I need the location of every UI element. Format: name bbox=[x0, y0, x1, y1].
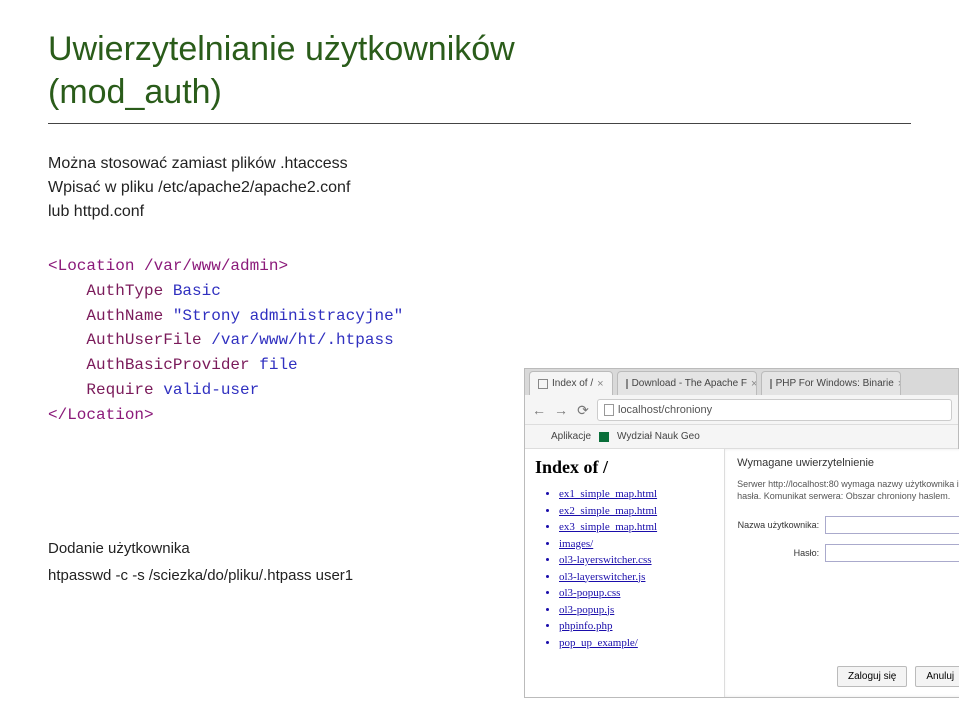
page-icon bbox=[604, 404, 614, 416]
intro-text: Można stosować zamiast plików .htaccess … bbox=[48, 152, 911, 224]
code-authname-kw: AuthName bbox=[86, 307, 172, 325]
close-icon[interactable]: × bbox=[898, 378, 901, 390]
title-line-2: (mod_auth) bbox=[48, 73, 222, 111]
favicon-icon bbox=[538, 379, 548, 389]
bookmark-wng[interactable]: Wydział Nauk Geo bbox=[617, 431, 700, 442]
directory-listing: Index of / ex1_simple_map.html ex2_simpl… bbox=[525, 449, 724, 697]
favicon-icon bbox=[770, 379, 772, 389]
title-line-1: Uwierzytelnianie użytkowników bbox=[48, 30, 515, 68]
listing-link[interactable]: ol3-layerswitcher.css bbox=[559, 552, 714, 569]
bookmark-icon bbox=[599, 432, 609, 442]
listing-link[interactable]: ex3_simple_map.html bbox=[559, 519, 714, 536]
code-open-tag: <Location /var/www/admin> bbox=[48, 257, 288, 275]
browser-toolbar: ← → ⟳ localhost/chroniony bbox=[525, 395, 958, 425]
back-icon[interactable]: ← bbox=[531, 402, 547, 418]
browser-tab[interactable]: PHP For Windows: Binarie × bbox=[761, 371, 901, 395]
intro-line-3: lub httpd.conf bbox=[48, 200, 911, 224]
code-authuserfile-kw: AuthUserFile bbox=[86, 331, 211, 349]
tab-label: Index of / bbox=[552, 378, 593, 389]
code-authprovider-kw: AuthBasicProvider bbox=[86, 356, 259, 374]
code-require-val: valid-user bbox=[163, 381, 259, 399]
intro-line-2: Wpisać w pliku /etc/apache2/apache2.conf bbox=[48, 176, 911, 200]
listing-link[interactable]: ex1_simple_map.html bbox=[559, 486, 714, 503]
address-bar[interactable]: localhost/chroniony bbox=[597, 399, 952, 421]
slide-title: Uwierzytelnianie użytkowników (mod_auth) bbox=[48, 28, 911, 113]
page-area: Index of / ex1_simple_map.html ex2_simpl… bbox=[525, 449, 958, 697]
username-row: Nazwa użytkownika: bbox=[737, 516, 959, 534]
close-icon[interactable]: × bbox=[597, 378, 603, 390]
code-close-tag: </Location> bbox=[48, 406, 154, 424]
code-authtype-val: Basic bbox=[173, 282, 221, 300]
listing-link[interactable]: pop_up_example/ bbox=[559, 635, 714, 652]
code-authuserfile-val: /var/www/ht/.htpass bbox=[211, 331, 393, 349]
dialog-message: Serwer http://localhost:80 wymaga nazwy … bbox=[737, 479, 959, 502]
password-input[interactable] bbox=[825, 544, 959, 562]
intro-line-1: Można stosować zamiast plików .htaccess bbox=[48, 152, 911, 176]
auth-dialog: × Wymagane uwierzytelnienie Serwer http:… bbox=[724, 449, 959, 697]
listing-link[interactable]: phpinfo.php bbox=[559, 618, 714, 635]
reload-icon[interactable]: ⟳ bbox=[575, 402, 591, 418]
listing-ul: ex1_simple_map.html ex2_simple_map.html … bbox=[559, 486, 714, 651]
listing-link[interactable]: ol3-layerswitcher.js bbox=[559, 569, 714, 586]
title-underline bbox=[48, 123, 911, 124]
browser-screenshot: Index of / × Download - The Apache F × P… bbox=[524, 368, 959, 698]
apps-icon[interactable] bbox=[533, 432, 543, 442]
favicon-icon bbox=[626, 379, 628, 389]
add-user-section: Dodanie użytkownika htpasswd -c -s /scie… bbox=[48, 535, 353, 589]
password-label: Hasło: bbox=[737, 548, 819, 558]
browser-tab[interactable]: Download - The Apache F × bbox=[617, 371, 757, 395]
bookmarks-bar: Aplikacje Wydział Nauk Geo bbox=[525, 425, 958, 449]
tab-label: Download - The Apache F bbox=[632, 378, 747, 389]
listing-link[interactable]: images/ bbox=[559, 536, 714, 553]
add-user-command: htpasswd -c -s /sciezka/do/pliku/.htpass… bbox=[48, 562, 353, 589]
listing-link[interactable]: ol3-popup.js bbox=[559, 602, 714, 619]
code-authprovider-val: file bbox=[259, 356, 297, 374]
username-label: Nazwa użytkownika: bbox=[737, 520, 819, 530]
add-user-heading: Dodanie użytkownika bbox=[48, 535, 353, 562]
login-button[interactable]: Zaloguj się bbox=[837, 666, 907, 687]
username-input[interactable] bbox=[825, 516, 959, 534]
browser-tab-active[interactable]: Index of / × bbox=[529, 371, 613, 395]
bookmark-apps[interactable]: Aplikacje bbox=[551, 431, 591, 442]
code-authtype-kw: AuthType bbox=[86, 282, 172, 300]
dialog-title: Wymagane uwierzytelnienie bbox=[737, 457, 959, 469]
address-text: localhost/chroniony bbox=[618, 404, 712, 416]
code-require-kw: Require bbox=[86, 381, 163, 399]
password-row: Hasło: bbox=[737, 544, 959, 562]
listing-link[interactable]: ex2_simple_map.html bbox=[559, 503, 714, 520]
cancel-button[interactable]: Anuluj bbox=[915, 666, 959, 687]
tab-strip: Index of / × Download - The Apache F × P… bbox=[525, 369, 958, 395]
close-icon[interactable]: × bbox=[751, 378, 757, 390]
code-authname-val: "Strony administracyjne" bbox=[173, 307, 403, 325]
tab-label: PHP For Windows: Binarie bbox=[776, 378, 894, 389]
page-heading: Index of / bbox=[535, 457, 714, 478]
forward-icon[interactable]: → bbox=[553, 402, 569, 418]
listing-link[interactable]: ol3-popup.css bbox=[559, 585, 714, 602]
dialog-buttons: Zaloguj się Anuluj bbox=[837, 666, 959, 687]
